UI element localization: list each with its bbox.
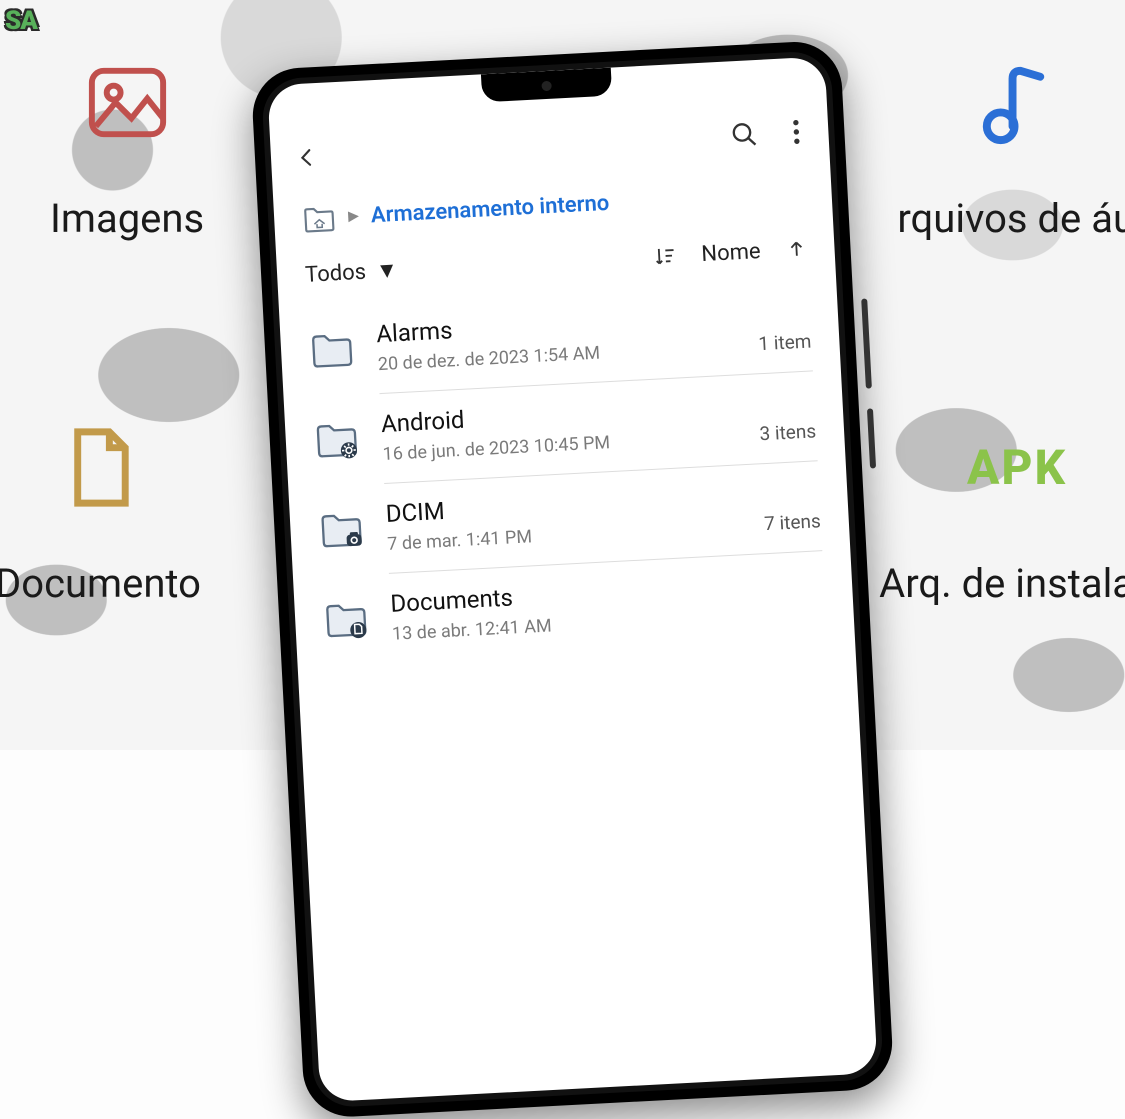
category-documents-label: Documento <box>0 560 201 607</box>
category-images: Imagens <box>50 55 204 242</box>
folder-icon <box>308 325 356 373</box>
home-icon[interactable] <box>301 202 337 234</box>
category-apk: APK Arq. de instalaç <box>879 420 1125 607</box>
watermark-logo: SA <box>5 6 37 36</box>
more-options-icon[interactable] <box>792 118 801 146</box>
music-note-icon <box>969 55 1064 150</box>
sort-direction-icon[interactable] <box>786 237 807 262</box>
filter-dropdown[interactable]: Todos ▼ <box>304 257 398 288</box>
folder-camera-icon <box>317 505 365 553</box>
back-button[interactable] <box>294 141 318 174</box>
folder-gear-icon <box>313 415 361 463</box>
folder-count: 3 itens <box>759 419 817 445</box>
category-documents: Documento <box>0 420 201 607</box>
chevron-right-icon: ▶ <box>348 208 360 225</box>
phone-frame: ▶ Armazenamento interno Todos ▼ Nome <box>250 40 894 1119</box>
category-audio-label: rquivos de áu <box>897 195 1125 242</box>
phone-screen: ▶ Armazenamento interno Todos ▼ Nome <box>267 56 878 1102</box>
sort-label[interactable]: Nome <box>701 239 761 267</box>
sort-icon[interactable] <box>653 244 676 267</box>
breadcrumb-current[interactable]: Armazenamento interno <box>370 190 610 227</box>
filter-label: Todos <box>305 259 367 287</box>
document-icon <box>50 420 145 515</box>
folder-list: Alarms 20 de dez. de 2023 1:54 AM 1 item <box>279 272 855 668</box>
category-apk-label: Arq. de instalaç <box>879 560 1125 607</box>
search-icon[interactable] <box>730 120 759 149</box>
image-icon <box>80 55 175 150</box>
category-audio: rquivos de áu <box>897 55 1125 242</box>
folder-count: 1 item <box>758 329 812 355</box>
folder-count: 7 itens <box>764 509 822 535</box>
category-images-label: Imagens <box>50 195 204 242</box>
chevron-down-icon: ▼ <box>375 257 398 284</box>
apk-icon: APK <box>970 420 1065 515</box>
folder-document-icon <box>322 595 370 643</box>
